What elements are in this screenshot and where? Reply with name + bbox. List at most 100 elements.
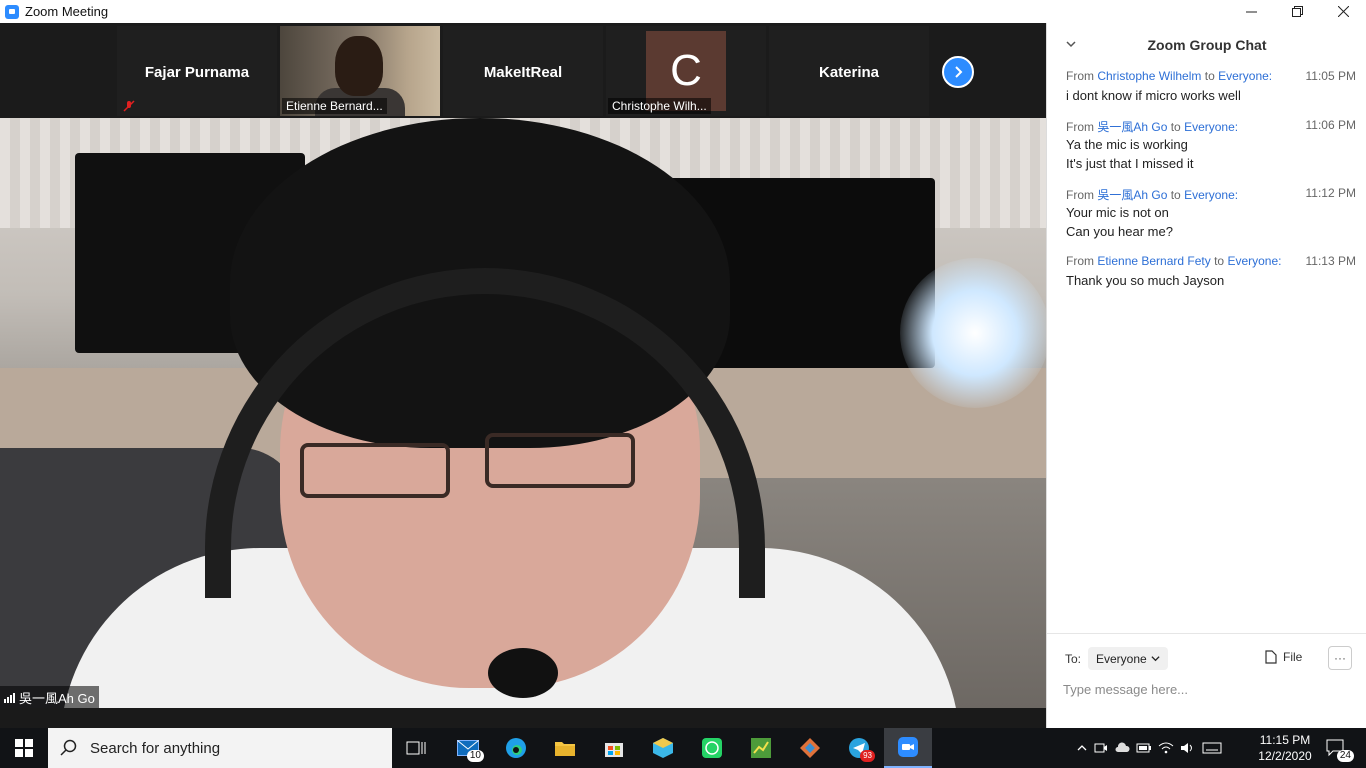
message-sender[interactable]: 吳一風Ah Go xyxy=(1097,120,1167,134)
speaker-name-tag: 吳一風Ah Go xyxy=(0,686,99,708)
participant-name: Fajar Purnama xyxy=(144,64,250,81)
notification-count: 24 xyxy=(1336,750,1354,762)
chevron-right-icon xyxy=(955,66,963,78)
chat-message: From Christophe Wilhelm to Everyone: 11:… xyxy=(1066,69,1356,105)
telegram-icon[interactable]: 93 xyxy=(845,734,875,762)
chat-panel: Zoom Group Chat From Christophe Wilhelm … xyxy=(1046,23,1366,728)
restore-button[interactable] xyxy=(1274,0,1320,23)
search-icon xyxy=(60,739,77,756)
message-recipient[interactable]: Everyone: xyxy=(1227,254,1281,268)
headset-mic xyxy=(488,648,558,698)
to-label: To: xyxy=(1065,652,1082,666)
telegram-badge: 93 xyxy=(860,750,875,762)
participant-name: Katerina xyxy=(818,64,880,81)
window-title: Zoom Meeting xyxy=(25,4,109,19)
message-text: Your mic is not on xyxy=(1066,205,1169,220)
message-sender[interactable]: Etienne Bernard Fety xyxy=(1097,254,1210,268)
spreadsheet-app-icon[interactable] xyxy=(747,734,775,762)
participant-name: Etienne Bernard... xyxy=(282,98,387,114)
chat-composer: To: Everyone File ··· xyxy=(1047,633,1366,728)
notification-center-button[interactable]: 24 xyxy=(1324,736,1354,762)
to-word: to xyxy=(1214,254,1225,268)
message-time: 11:05 PM xyxy=(1305,69,1356,83)
participant-face xyxy=(335,36,383,96)
whatsapp-icon[interactable] xyxy=(698,734,726,762)
title-bar: Zoom Meeting xyxy=(0,0,1366,23)
wifi-icon[interactable] xyxy=(1158,741,1174,755)
recipient-value: Everyone xyxy=(1096,651,1147,666)
mail-icon[interactable]: 10 xyxy=(454,734,484,762)
store-icon[interactable] xyxy=(600,734,628,762)
message-time: 11:06 PM xyxy=(1305,118,1356,132)
clock-time: 11:15 PM xyxy=(1259,733,1311,747)
minimize-button[interactable] xyxy=(1228,0,1274,23)
taskbar-search[interactable]: Search for anything xyxy=(48,728,392,768)
from-label: From xyxy=(1066,120,1094,134)
minimize-icon xyxy=(1245,11,1257,13)
taskbar: Search for anything 10 93 11:15 PM 12/2/… xyxy=(0,728,1366,768)
message-recipient[interactable]: Everyone: xyxy=(1184,188,1238,202)
message-text: It's just that I missed it xyxy=(1066,156,1194,171)
edge-browser-icon[interactable] xyxy=(502,734,530,762)
background-lamp xyxy=(900,258,1046,408)
participant-tile[interactable]: MakeItReal xyxy=(443,26,603,116)
message-sender[interactable]: 吳一風Ah Go xyxy=(1097,188,1167,202)
taskbar-clock[interactable]: 11:15 PM 12/2/2020 xyxy=(1250,732,1320,764)
message-text: i dont know if micro works well xyxy=(1066,88,1241,103)
from-label: From xyxy=(1066,188,1094,202)
search-placeholder: Search for anything xyxy=(90,739,221,757)
participant-tile[interactable]: Fajar Purnama xyxy=(117,26,277,116)
recipient-dropdown[interactable]: Everyone xyxy=(1088,647,1168,670)
file-icon xyxy=(1265,650,1277,664)
file-explorer-icon[interactable] xyxy=(551,734,579,762)
zoom-app-icon xyxy=(5,4,19,19)
start-button[interactable] xyxy=(0,728,48,768)
chevron-down-icon[interactable] xyxy=(1065,38,1077,50)
close-icon xyxy=(1337,6,1349,17)
message-recipient[interactable]: Everyone: xyxy=(1218,69,1272,83)
message-meta: From Christophe Wilhelm to Everyone: 11:… xyxy=(1066,69,1356,86)
chevron-down-icon xyxy=(1151,656,1160,662)
message-meta: From 吳一風Ah Go to Everyone: 11:06 PM xyxy=(1066,118,1356,135)
message-text: Thank you so much Jayson xyxy=(1066,273,1225,288)
zoom-app-icon xyxy=(898,737,918,757)
participant-name: Christophe Wilh... xyxy=(608,98,711,114)
to-word: to xyxy=(1170,120,1181,134)
meet-now-icon[interactable] xyxy=(1094,741,1108,755)
chat-message: From Etienne Bernard Fety to Everyone: 1… xyxy=(1066,254,1356,290)
battery-icon[interactable] xyxy=(1136,742,1152,754)
speaker-name: 吳一風Ah Go xyxy=(19,691,95,706)
from-label: From xyxy=(1066,254,1094,268)
keyboard-icon[interactable] xyxy=(1202,742,1222,754)
window-controls xyxy=(1228,0,1366,23)
message-text: Ya the mic is working xyxy=(1066,137,1188,152)
more-options-button[interactable]: ··· xyxy=(1328,646,1352,670)
from-label: From xyxy=(1066,69,1094,83)
close-button[interactable] xyxy=(1320,0,1366,23)
participant-tile[interactable]: Etienne Bernard... xyxy=(280,26,440,116)
meeting-area: Fajar Purnama Etienne Bernard... MakeItR… xyxy=(0,23,1046,708)
3d-app-icon[interactable] xyxy=(649,734,677,762)
participant-tile[interactable]: C Christophe Wilh... xyxy=(606,26,766,116)
message-input[interactable] xyxy=(1063,678,1343,700)
message-sender[interactable]: Christophe Wilhelm xyxy=(1097,69,1201,83)
chevron-up-icon[interactable] xyxy=(1076,742,1088,754)
participant-strip: Fajar Purnama Etienne Bernard... MakeItR… xyxy=(0,23,1046,118)
file-button[interactable]: File xyxy=(1265,650,1302,664)
task-view-icon[interactable] xyxy=(402,734,430,762)
git-app-icon[interactable] xyxy=(796,734,824,762)
file-label: File xyxy=(1283,650,1303,664)
next-page-button[interactable] xyxy=(942,56,974,88)
participant-tile[interactable]: Katerina xyxy=(769,26,929,116)
chat-message: From 吳一風Ah Go to Everyone: 11:12 PM Your… xyxy=(1066,186,1356,241)
message-recipient[interactable]: Everyone: xyxy=(1184,120,1238,134)
cloud-icon[interactable] xyxy=(1114,741,1130,755)
clock-date: 12/2/2020 xyxy=(1258,749,1312,763)
chat-header: Zoom Group Chat xyxy=(1047,23,1366,67)
muted-mic-icon xyxy=(123,100,135,112)
to-word: to xyxy=(1170,188,1181,202)
message-meta: From Etienne Bernard Fety to Everyone: 1… xyxy=(1066,254,1356,271)
glasses xyxy=(485,433,635,488)
zoom-taskbar-button[interactable] xyxy=(884,728,932,768)
volume-icon[interactable] xyxy=(1180,741,1196,755)
